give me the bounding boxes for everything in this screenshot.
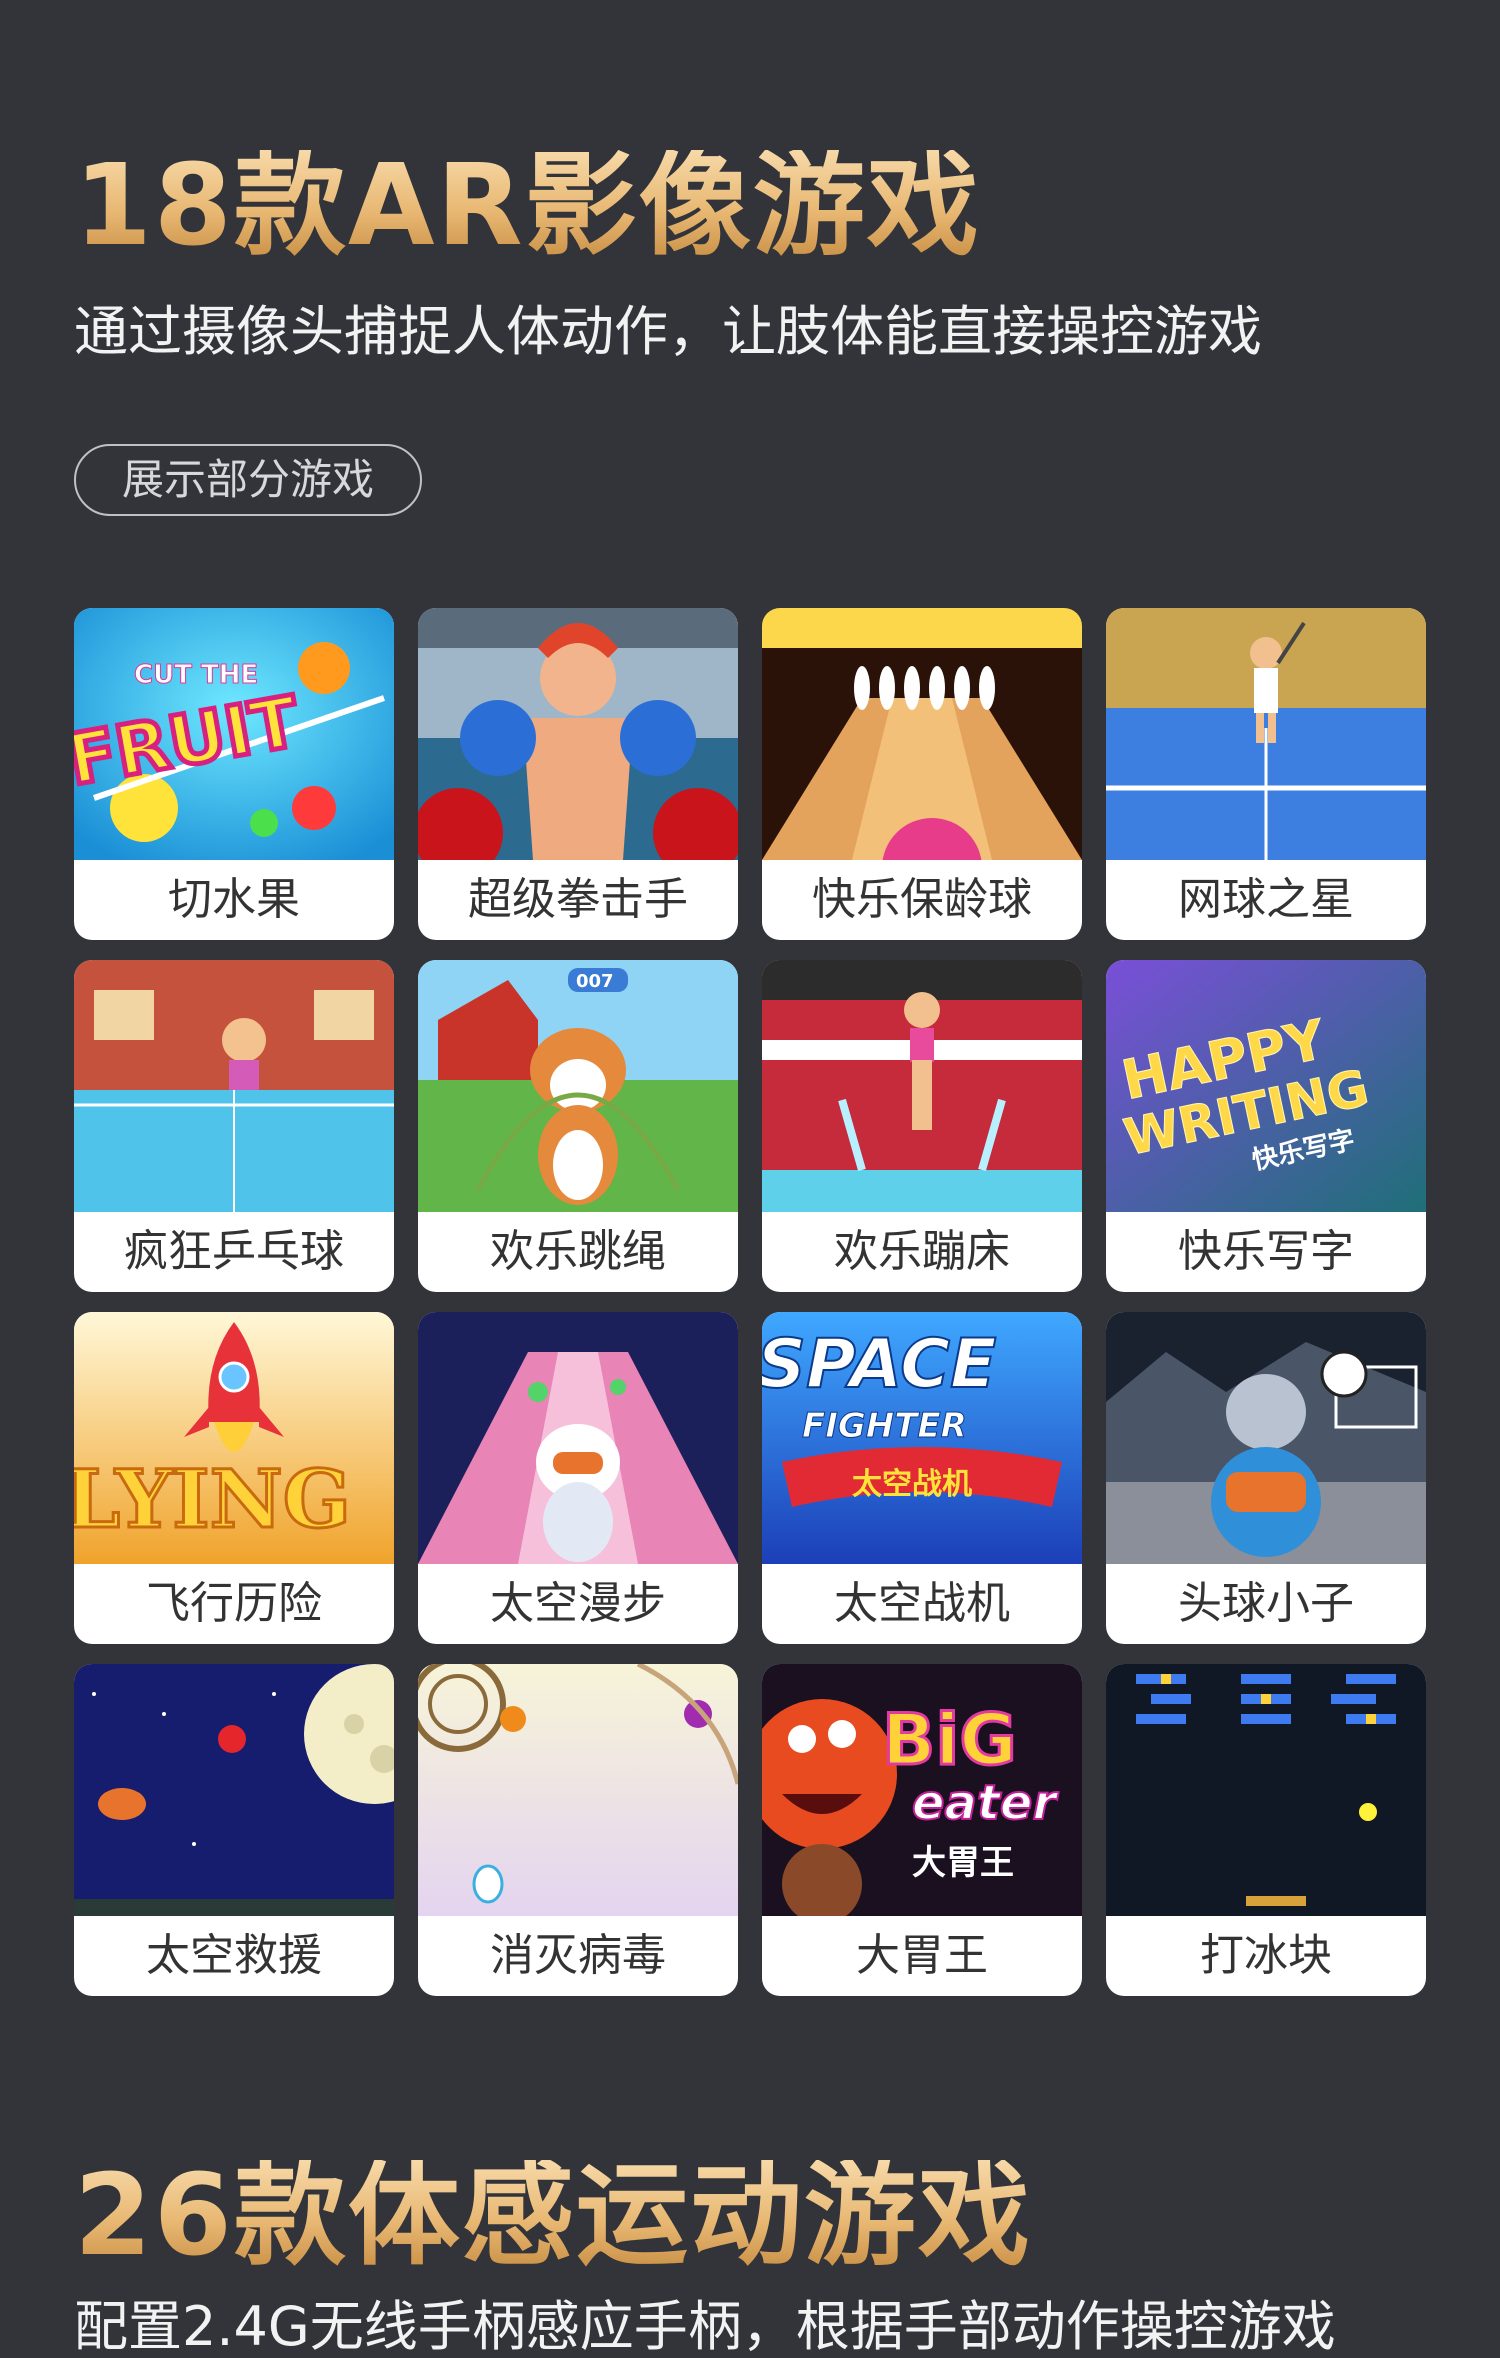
game-card[interactable]: 快乐保龄球 — [762, 608, 1082, 940]
game-card[interactable]: SPACE FIGHTER 太空战机 太空战机 — [762, 1312, 1082, 1644]
fruit-overlay-top: CUT THE — [134, 660, 258, 690]
fruit-cut-thumbnail: CUT THE FRUIT — [74, 608, 394, 860]
game-label: 太空漫步 — [490, 1578, 666, 1629]
game-label: 太空救援 — [146, 1930, 322, 1981]
svg-text:SPACE: SPACE — [762, 1325, 996, 1404]
header-soccer-thumbnail — [1106, 1312, 1426, 1564]
jump-rope-overlay: 007 — [576, 971, 614, 992]
game-label: 太空战机 — [834, 1578, 1010, 1629]
section-title: 18款AR影像游戏 — [74, 141, 981, 271]
writing-thumbnail: HAPPY WRITING 快乐写字 — [1106, 960, 1426, 1212]
game-card[interactable]: 头球小子 — [1106, 1312, 1426, 1644]
game-card[interactable]: 消灭病毒 — [418, 1664, 738, 1996]
game-card[interactable]: 太空漫步 — [418, 1312, 738, 1644]
game-card[interactable]: 007 欢乐跳绳 — [418, 960, 738, 1292]
virus-thumbnail — [418, 1664, 738, 1916]
game-label: 快乐写字 — [1178, 1226, 1354, 1277]
space-rescue-thumbnail — [74, 1664, 394, 1916]
game-label: 欢乐蹦床 — [834, 1226, 1010, 1277]
brick-breaker-thumbnail — [1106, 1664, 1426, 1916]
game-label: 消灭病毒 — [490, 1930, 666, 1981]
tennis-thumbnail — [1106, 608, 1426, 860]
game-label: 大胃王 — [856, 1930, 988, 1981]
game-card[interactable]: CUT THE FRUIT 切水果 — [74, 608, 394, 940]
game-label: 飞行历险 — [146, 1578, 322, 1629]
big-eater-overlay-cn: 大胃王 — [912, 1843, 1014, 1883]
game-card[interactable]: 打冰块 — [1106, 1664, 1426, 1996]
section-title: 26款体感运动游戏 — [74, 2151, 1032, 2281]
trampoline-thumbnail — [762, 960, 1082, 1212]
game-card[interactable]: 超级拳击手 — [418, 608, 738, 940]
game-label: 欢乐跳绳 — [490, 1226, 666, 1277]
game-label: 打冰块 — [1200, 1930, 1332, 1981]
game-label: 网球之星 — [1178, 874, 1354, 925]
svg-text:BiG: BiG — [882, 1699, 1017, 1781]
game-card[interactable]: 太空救援 — [74, 1664, 394, 1996]
ping-pong-thumbnail — [74, 960, 394, 1212]
game-label: 快乐保龄球 — [812, 874, 1032, 925]
svg-text:LYING: LYING — [74, 1452, 351, 1546]
space-fighter-thumbnail: SPACE FIGHTER 太空战机 — [762, 1312, 1082, 1564]
game-card[interactable]: BiG eater 大胃王 大胃王 — [762, 1664, 1082, 1996]
show-some-games-tag: 展示部分游戏 — [74, 444, 422, 516]
section-subtitle: 通过摄像头捕捉人体动作，让肢体能直接操控游戏 — [74, 300, 1262, 363]
boxer-thumbnail — [418, 608, 738, 860]
big-eater-thumbnail: BiG eater 大胃王 — [762, 1664, 1082, 1916]
game-card[interactable]: 欢乐蹦床 — [762, 960, 1082, 1292]
bowling-thumbnail — [762, 608, 1082, 860]
space-fighter-overlay-cn: 太空战机 — [852, 1467, 972, 1502]
game-label: 头球小子 — [1178, 1578, 1354, 1629]
game-label: 疯狂乒乓球 — [124, 1226, 344, 1277]
rocket-thumbnail: LYING — [74, 1312, 394, 1564]
space-walk-thumbnail — [418, 1312, 738, 1564]
game-label: 切水果 — [168, 874, 300, 925]
svg-text:FIGHTER: FIGHTER — [802, 1406, 967, 1446]
svg-text:eater: eater — [912, 1775, 1059, 1831]
section-subtitle: 配置2.4G无线手柄感应手柄，根据手部动作操控游戏 — [74, 2295, 1336, 2358]
game-card[interactable]: LYING 飞行历险 — [74, 1312, 394, 1644]
game-card[interactable]: HAPPY WRITING 快乐写字 快乐写字 — [1106, 960, 1426, 1292]
game-card[interactable]: 疯狂乒乓球 — [74, 960, 394, 1292]
game-card[interactable]: 网球之星 — [1106, 608, 1426, 940]
jump-rope-thumbnail: 007 — [418, 960, 738, 1212]
game-label: 超级拳击手 — [468, 874, 688, 925]
